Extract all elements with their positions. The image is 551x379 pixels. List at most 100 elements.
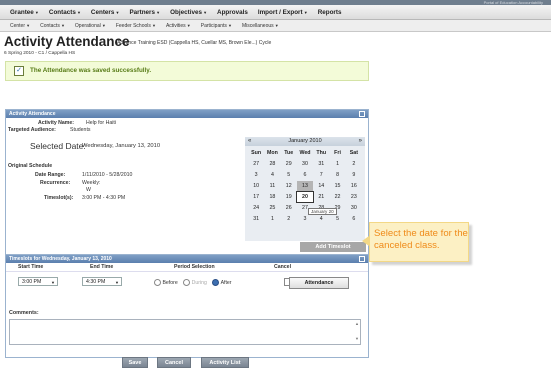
calendar-day[interactable]: 12 xyxy=(281,181,297,191)
calendar-day[interactable]: 3 xyxy=(248,170,264,180)
calendar-day[interactable]: 21 xyxy=(313,192,329,202)
calendar-day[interactable]: 16 xyxy=(346,181,362,191)
calendar-day[interactable]: 26 xyxy=(281,203,297,213)
calendar-day[interactable]: 2 xyxy=(281,214,297,224)
radio-after[interactable] xyxy=(212,279,220,286)
calendar-day[interactable]: 4 xyxy=(313,214,329,224)
calendar-day[interactable]: 18 xyxy=(264,192,280,202)
calendar-day[interactable]: 4 xyxy=(264,170,280,180)
chevron-down-icon: ▼ xyxy=(114,9,120,15)
nav-centers[interactable]: Centers ▼ xyxy=(91,9,120,16)
calendar-day[interactable]: 3 xyxy=(297,214,313,224)
calendar-day[interactable]: 17 xyxy=(248,192,264,202)
callout-arrow xyxy=(362,236,369,246)
selected-date-value: Wednesday, January 13, 2010 xyxy=(82,143,161,149)
attendance-button[interactable]: Attendance xyxy=(289,277,349,289)
add-timeslot-button[interactable]: Add Timeslot xyxy=(300,242,366,252)
calendar-day[interactable]: 23 xyxy=(346,192,362,202)
calendar-day[interactable]: 30 xyxy=(297,159,313,169)
subnav-contacts[interactable]: Contacts ▼ xyxy=(40,23,65,29)
chevron-down-icon: ▼ xyxy=(75,9,81,15)
audience-label: Targeted Audience: xyxy=(8,127,56,133)
calendar-day[interactable]: 8 xyxy=(329,170,345,180)
subnav-center[interactable]: Center ▼ xyxy=(10,23,30,29)
cancel-button[interactable]: Cancel xyxy=(157,357,191,368)
calendar-day-header: Sun xyxy=(251,150,262,156)
radio-during[interactable] xyxy=(183,279,191,286)
calendar-day[interactable]: 1 xyxy=(264,214,280,224)
col-start-time: Start Time xyxy=(18,264,44,270)
nav-label: Objectives xyxy=(170,8,202,16)
audience-value: Students xyxy=(70,127,91,133)
chevron-down-icon: ▼ xyxy=(33,9,39,15)
recurrence-label: Recurrence: xyxy=(40,180,71,186)
calendar-day[interactable]: 11 xyxy=(264,181,280,191)
start-time-select[interactable]: 3:00 PM ▼ xyxy=(18,277,58,286)
success-text: The Attendance was saved successfully. xyxy=(30,67,152,74)
calendar-day[interactable]: 27 xyxy=(248,159,264,169)
calendar-day[interactable]: 2 xyxy=(346,159,362,169)
next-month-icon[interactable]: » xyxy=(359,137,362,146)
calendar-day[interactable]: 5 xyxy=(329,214,345,224)
subnav-label: Miscellaneous xyxy=(241,22,274,29)
start-time-value: 3:00 PM xyxy=(22,279,42,285)
nav-approvals[interactable]: Approvals xyxy=(217,9,248,16)
calendar-day[interactable]: 14 xyxy=(313,181,329,191)
nav-label: Partners xyxy=(129,8,156,16)
calendar-day[interactable]: 5 xyxy=(281,170,297,180)
instruction-callout: Select the date for the canceled class. xyxy=(369,222,469,262)
calendar-day[interactable]: 15 xyxy=(329,181,345,191)
calendar-day[interactable]: 6 xyxy=(297,170,313,180)
nav-import-export[interactable]: Import / Export ▼ xyxy=(258,9,308,16)
save-button[interactable]: Save xyxy=(122,357,148,368)
calendar-day[interactable]: 10 xyxy=(248,181,264,191)
radio-before[interactable] xyxy=(154,279,161,286)
calendar-day[interactable]: 9 xyxy=(346,170,362,180)
calendar-day[interactable]: 22 xyxy=(329,192,345,202)
calendar-day[interactable]: 7 xyxy=(313,170,329,180)
subnav-feeder-schools[interactable]: Feeder Schools ▼ xyxy=(116,23,156,29)
recurrence-value: Weekly: xyxy=(82,180,101,186)
activity-name-label: Activity Name: xyxy=(38,120,75,126)
textarea-scrollbar[interactable]: ▲ ▼ xyxy=(355,321,359,341)
calendar-day[interactable]: 25 xyxy=(264,203,280,213)
subnav-operational[interactable]: Operational ▼ xyxy=(75,23,106,29)
subnav-label: Operational xyxy=(74,22,101,29)
calendar-month: January 2010 xyxy=(288,138,322,144)
subnav-label: Participants xyxy=(200,22,227,29)
nav-reports[interactable]: Reports xyxy=(318,9,342,16)
nav-partners[interactable]: Partners ▼ xyxy=(129,9,160,16)
chevron-down-icon: ▼ xyxy=(59,22,65,28)
calendar-day[interactable]: 6 xyxy=(346,214,362,224)
nav-grantee[interactable]: Grantee ▼ xyxy=(10,9,39,16)
calendar-day[interactable]: 1 xyxy=(329,159,345,169)
calendar-day[interactable]: 24 xyxy=(248,203,264,213)
collapse-icon[interactable] xyxy=(359,111,365,117)
timeslots-collapse-icon[interactable] xyxy=(359,256,365,262)
subnav-miscellaneous[interactable]: Miscellaneous ▼ xyxy=(242,23,279,29)
page-title: Activity Attendance xyxy=(4,34,130,49)
calendar-day[interactable]: 30 xyxy=(346,203,362,213)
calendar-day[interactable]: 31 xyxy=(248,214,264,224)
comments-textarea[interactable]: ▲ ▼ xyxy=(9,319,361,345)
nav-label: Contacts xyxy=(48,8,76,16)
end-time-select[interactable]: 4:30 PM ▼ xyxy=(82,277,122,286)
calendar-day[interactable]: 29 xyxy=(281,159,297,169)
timeslots-panel: Timeslots for Wednesday, January 13, 201… xyxy=(5,254,369,358)
timeslot-row: 3:00 PM ▼ 4:30 PM ▼ Before During After … xyxy=(6,272,368,312)
date-range-label: Date Range: xyxy=(35,172,66,178)
prev-month-icon[interactable]: « xyxy=(248,137,251,146)
nav-objectives[interactable]: Objectives ▼ xyxy=(170,9,207,16)
nav-contacts[interactable]: Contacts ▼ xyxy=(49,9,81,16)
chevron-down-icon: ▼ xyxy=(100,22,106,28)
activity-list-button[interactable]: Activity List xyxy=(201,357,249,368)
calendar-day[interactable]: 28 xyxy=(264,159,280,169)
calendar-day[interactable]: 19 xyxy=(281,192,297,202)
calendar-header: « January 2010 » xyxy=(245,137,365,146)
calendar-day[interactable]: 31 xyxy=(313,159,329,169)
timeslots-column-header: Start Time End Time Period Selection Can… xyxy=(6,263,368,272)
calendar-day[interactable]: 20 xyxy=(295,191,315,203)
subnav-participants[interactable]: Participants ▼ xyxy=(201,23,232,29)
calendar-day[interactable]: 13 xyxy=(296,181,314,191)
subnav-activities[interactable]: Activities ▼ xyxy=(166,23,191,29)
